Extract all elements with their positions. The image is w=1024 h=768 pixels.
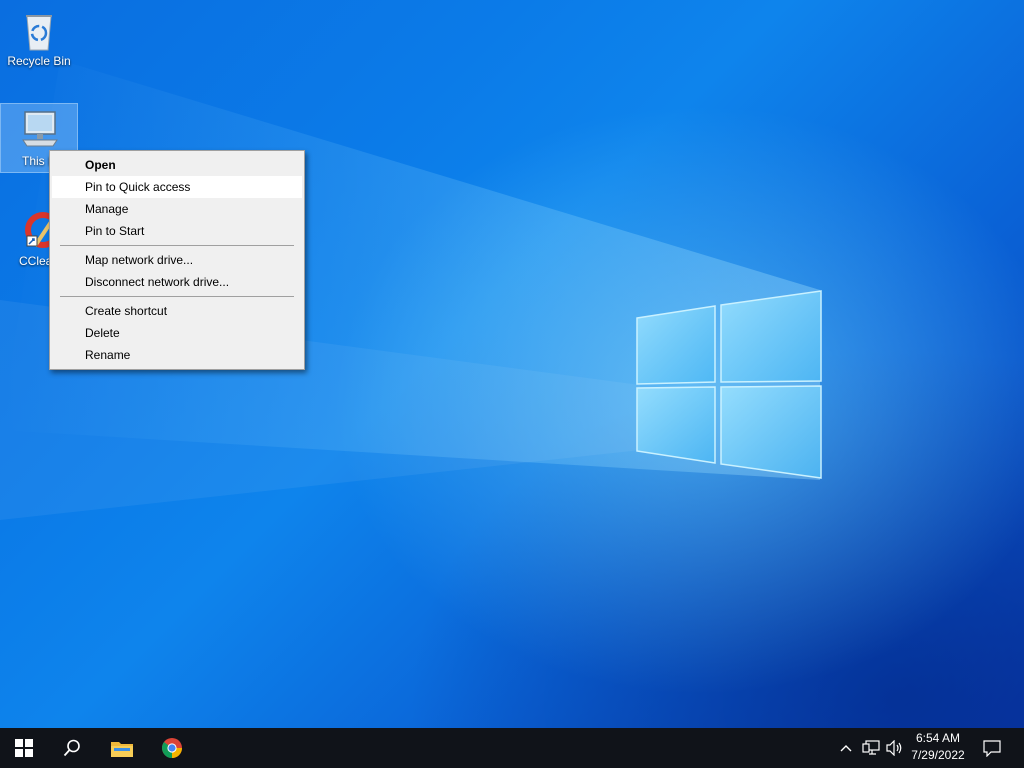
menu-separator [60,245,294,246]
action-center-icon [983,739,1001,757]
menu-item-disconnect-network-drive[interactable]: Disconnect network drive... [52,271,302,293]
menu-item-open[interactable]: Open [52,154,302,176]
computer-icon [17,108,61,152]
menu-separator [60,296,294,297]
menu-item-map-network-drive[interactable]: Map network drive... [52,249,302,271]
recycle-bin-label: Recycle Bin [7,54,71,68]
show-hidden-icons-button[interactable] [836,728,856,768]
menu-item-delete[interactable]: Delete [52,322,302,344]
menu-item-manage[interactable]: Manage [52,198,302,220]
chrome-icon [161,738,182,759]
chevron-up-icon [840,745,852,752]
context-menu: Open Pin to Quick access Manage Pin to S… [49,150,305,370]
clock-time: 6:54 AM [915,731,961,745]
menu-item-pin-quick-access[interactable]: Pin to Quick access [52,176,302,198]
windows-start-icon [15,739,33,757]
taskbar-clock[interactable]: 6:54 AM 7/29/2022 [900,730,976,766]
menu-item-create-shortcut[interactable]: Create shortcut [52,300,302,322]
windows-logo [636,290,822,479]
menu-item-pin-start[interactable]: Pin to Start [52,220,302,242]
menu-item-rename[interactable]: Rename [52,344,302,366]
clock-date: 7/29/2022 [911,748,965,762]
desktop-wallpaper[interactable]: Recycle Bin This P CClean Open Pin to Qu… [0,0,1024,728]
recycle-bin-shortcut[interactable]: Recycle Bin [1,4,77,74]
search-button[interactable] [48,728,96,768]
network-button[interactable] [860,728,882,768]
network-icon [862,740,880,755]
file-explorer-button[interactable] [98,728,146,768]
taskbar: 6:54 AM 7/29/2022 [0,728,1024,768]
action-center-button[interactable] [978,728,1006,768]
file-explorer-icon [111,742,133,757]
start-button[interactable] [0,728,48,768]
search-icon [63,739,80,757]
recycle-bin-icon [17,8,61,52]
chrome-button[interactable] [148,728,196,768]
